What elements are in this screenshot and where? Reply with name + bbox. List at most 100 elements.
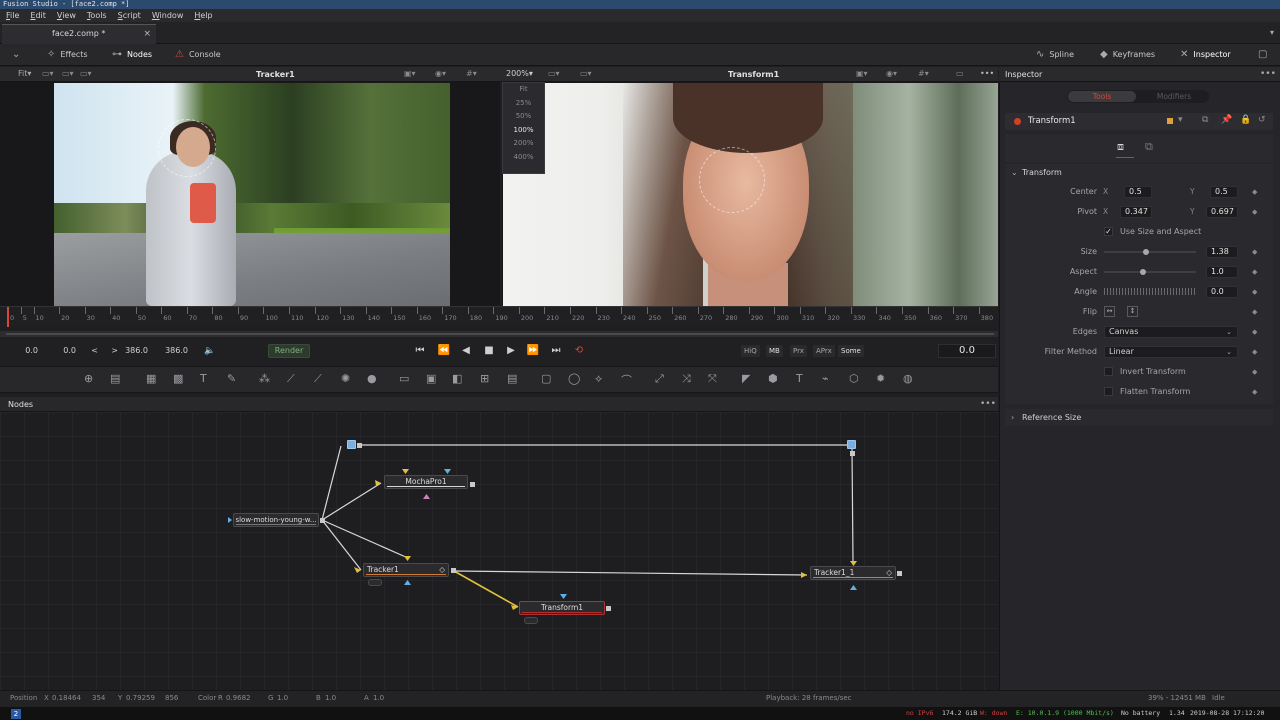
tool-text3d-icon[interactable]: T xyxy=(796,372,803,385)
spline-button[interactable]: ∿ Spline xyxy=(1036,44,1074,66)
viewer-left-option3-icon[interactable]: ▭▾ xyxy=(80,69,92,78)
pivot-y-field[interactable]: 0.697 xyxy=(1206,206,1238,218)
tool-planar-tracker-icon[interactable]: ⤨ xyxy=(682,372,691,386)
tracker1-view-toggle[interactable] xyxy=(368,579,382,586)
aspect-field[interactable]: 1.0 xyxy=(1206,266,1238,278)
tool-resize-icon[interactable]: ⊞ xyxy=(480,372,489,385)
menu-tools[interactable]: Tools xyxy=(87,11,107,20)
pivot-x-field[interactable]: 0.347 xyxy=(1120,206,1152,218)
nodes-more-icon[interactable]: ••• xyxy=(980,397,996,412)
tool-transform-icon[interactable]: ▤ xyxy=(507,372,517,385)
inspector-more-icon[interactable]: ••• xyxy=(1260,67,1276,82)
tool-shape3d-icon[interactable]: ◤ xyxy=(742,372,750,385)
pipe-router-right-output-port[interactable] xyxy=(850,451,855,456)
tool-tracker-icon[interactable]: ⤢ xyxy=(655,372,664,386)
size-keyframe-icon[interactable]: ◆ xyxy=(1252,246,1257,258)
channel-right-icon[interactable]: ◉▾ xyxy=(886,69,897,78)
zoom-option-200[interactable]: 200% xyxy=(503,137,544,151)
mb-button[interactable]: MB xyxy=(766,345,783,357)
center-x-field[interactable]: 0.5 xyxy=(1124,186,1152,198)
menu-file[interactable]: File xyxy=(6,11,19,20)
grid-right-icon[interactable]: #▾ xyxy=(918,69,929,78)
tool-rectangle-icon[interactable]: ▢ xyxy=(541,372,551,385)
step-forward-icon[interactable]: ⏩ xyxy=(526,343,540,359)
angle-thumbwheel[interactable] xyxy=(1104,288,1196,295)
pin-icon[interactable]: 📌 xyxy=(1221,115,1232,125)
flip-vertical-icon[interactable]: ↕ xyxy=(1127,306,1138,317)
go-to-start-icon[interactable]: ⏮ xyxy=(413,343,427,359)
aspect-slider[interactable] xyxy=(1104,271,1196,273)
use-size-aspect-checkbox[interactable]: ✓ xyxy=(1104,227,1113,236)
some-button[interactable]: Some xyxy=(838,345,864,357)
inspector-button[interactable]: ✕ Inspector xyxy=(1180,44,1231,66)
zoom-option-fit[interactable]: Fit xyxy=(503,83,544,97)
lock-icon[interactable]: 🔒 xyxy=(1240,115,1251,125)
step-back-icon[interactable]: ⏪ xyxy=(437,343,451,359)
go-to-end-icon[interactable]: ⏭ xyxy=(549,343,563,359)
tool-color-dropdown-icon[interactable]: ▾ xyxy=(1178,115,1183,125)
tool-renderer3d-icon[interactable]: ◍ xyxy=(903,372,913,385)
tool-camera-tracker-icon[interactable]: ⤧ xyxy=(708,372,717,386)
tool-matte-control-icon[interactable]: ◧ xyxy=(452,372,462,385)
viewer-left-option1-icon[interactable]: ▭▾ xyxy=(42,69,54,78)
tool-text-icon[interactable]: T xyxy=(200,372,207,385)
tool-brightness-icon[interactable]: ✺ xyxy=(341,372,350,385)
angle-field[interactable]: 0.0 xyxy=(1206,286,1238,298)
tracker1-1-output-port[interactable] xyxy=(897,571,902,576)
transform-section-title[interactable]: Transform xyxy=(1022,166,1062,180)
tool-background-icon[interactable]: ▦ xyxy=(146,372,156,385)
settings-page-icon[interactable]: ⧉ xyxy=(1145,140,1153,154)
zoom-option-400[interactable]: 400% xyxy=(503,151,544,165)
zoom-option-50[interactable]: 50% xyxy=(503,110,544,124)
console-button[interactable]: ⚠ Console xyxy=(175,44,221,66)
tool-particles-icon[interactable]: ⁂ xyxy=(259,372,270,385)
tool-loader-icon[interactable]: ▤ xyxy=(110,372,120,385)
keyframes-button[interactable]: ◆ Keyframes xyxy=(1100,44,1155,66)
tool-light-icon[interactable]: ✹ xyxy=(876,372,885,385)
pipe-router-output-port[interactable] xyxy=(357,443,362,448)
panel-toggle-button[interactable]: ⌄ xyxy=(12,44,26,66)
tool-color-swatch[interactable] xyxy=(1167,118,1173,124)
center-y-field[interactable]: 0.5 xyxy=(1210,186,1238,198)
edges-keyframe-icon[interactable]: ◆ xyxy=(1252,326,1257,338)
pipe-router-node[interactable] xyxy=(347,440,356,449)
aspect-slider-handle[interactable] xyxy=(1139,269,1146,275)
document-tab[interactable]: face2.comp * × xyxy=(2,24,156,44)
workspace-indicator[interactable]: 2 xyxy=(11,709,21,719)
center-keyframe-icon[interactable]: ◆ xyxy=(1252,186,1257,198)
tool-blur-icon[interactable]: ⟋ xyxy=(287,372,295,386)
size-slider[interactable] xyxy=(1104,251,1196,253)
tab-tools[interactable]: Tools xyxy=(1068,91,1136,102)
node-transform1[interactable]: Transform1 xyxy=(519,601,605,615)
zoom-option-100[interactable]: 100% xyxy=(503,124,544,138)
prx-button[interactable]: Prx xyxy=(790,345,807,357)
time-ruler[interactable]: 0 5 10 20 30 40 50 60 70 80 90 100 110 120 130 140 150 16… xyxy=(0,306,998,327)
tool-bspline-icon[interactable]: ⌒ xyxy=(621,372,632,388)
loop-icon[interactable]: ⟲ xyxy=(572,343,586,359)
transform-circle[interactable] xyxy=(699,147,765,213)
transform1-view-toggle[interactable] xyxy=(524,617,538,624)
flip-keyframe-icon[interactable]: ◆ xyxy=(1252,306,1257,318)
flatten-keyframe-icon[interactable]: ◆ xyxy=(1252,386,1257,398)
section-chevron-down-icon[interactable]: ⌄ xyxy=(1011,166,1018,180)
tool-pipe-router-icon[interactable]: ⊕ xyxy=(84,372,93,385)
filter-keyframe-icon[interactable]: ◆ xyxy=(1252,346,1257,358)
flatten-transform-checkbox[interactable] xyxy=(1104,387,1113,396)
playhead[interactable] xyxy=(7,307,9,327)
menu-script[interactable]: Script xyxy=(118,11,141,20)
tool-fastnoise-icon[interactable]: ▩ xyxy=(173,372,183,385)
render-start-field[interactable]: 0.0 xyxy=(52,344,76,358)
controls-page-icon[interactable]: ⧈ xyxy=(1117,140,1124,154)
size-field[interactable]: 1.38 xyxy=(1206,246,1238,258)
tool-ellipse-icon[interactable]: ◯ xyxy=(568,372,580,385)
viewer-left-option2-icon[interactable]: ▭▾ xyxy=(62,69,74,78)
reference-size-title[interactable]: Reference Size xyxy=(1022,409,1081,426)
tool-color-correct-icon[interactable]: ⟋ xyxy=(314,372,322,386)
angle-keyframe-icon[interactable]: ◆ xyxy=(1252,286,1257,298)
render-button[interactable]: Render xyxy=(268,344,310,358)
viewer-right-option1-icon[interactable]: ▭▾ xyxy=(548,69,560,78)
color-channel-icon[interactable]: ◉▾ xyxy=(435,69,446,78)
aprx-button[interactable]: APrx xyxy=(813,345,835,357)
fit-dropdown[interactable]: Fit▾ xyxy=(18,69,31,78)
tool-enable-icon[interactable] xyxy=(1014,118,1021,125)
